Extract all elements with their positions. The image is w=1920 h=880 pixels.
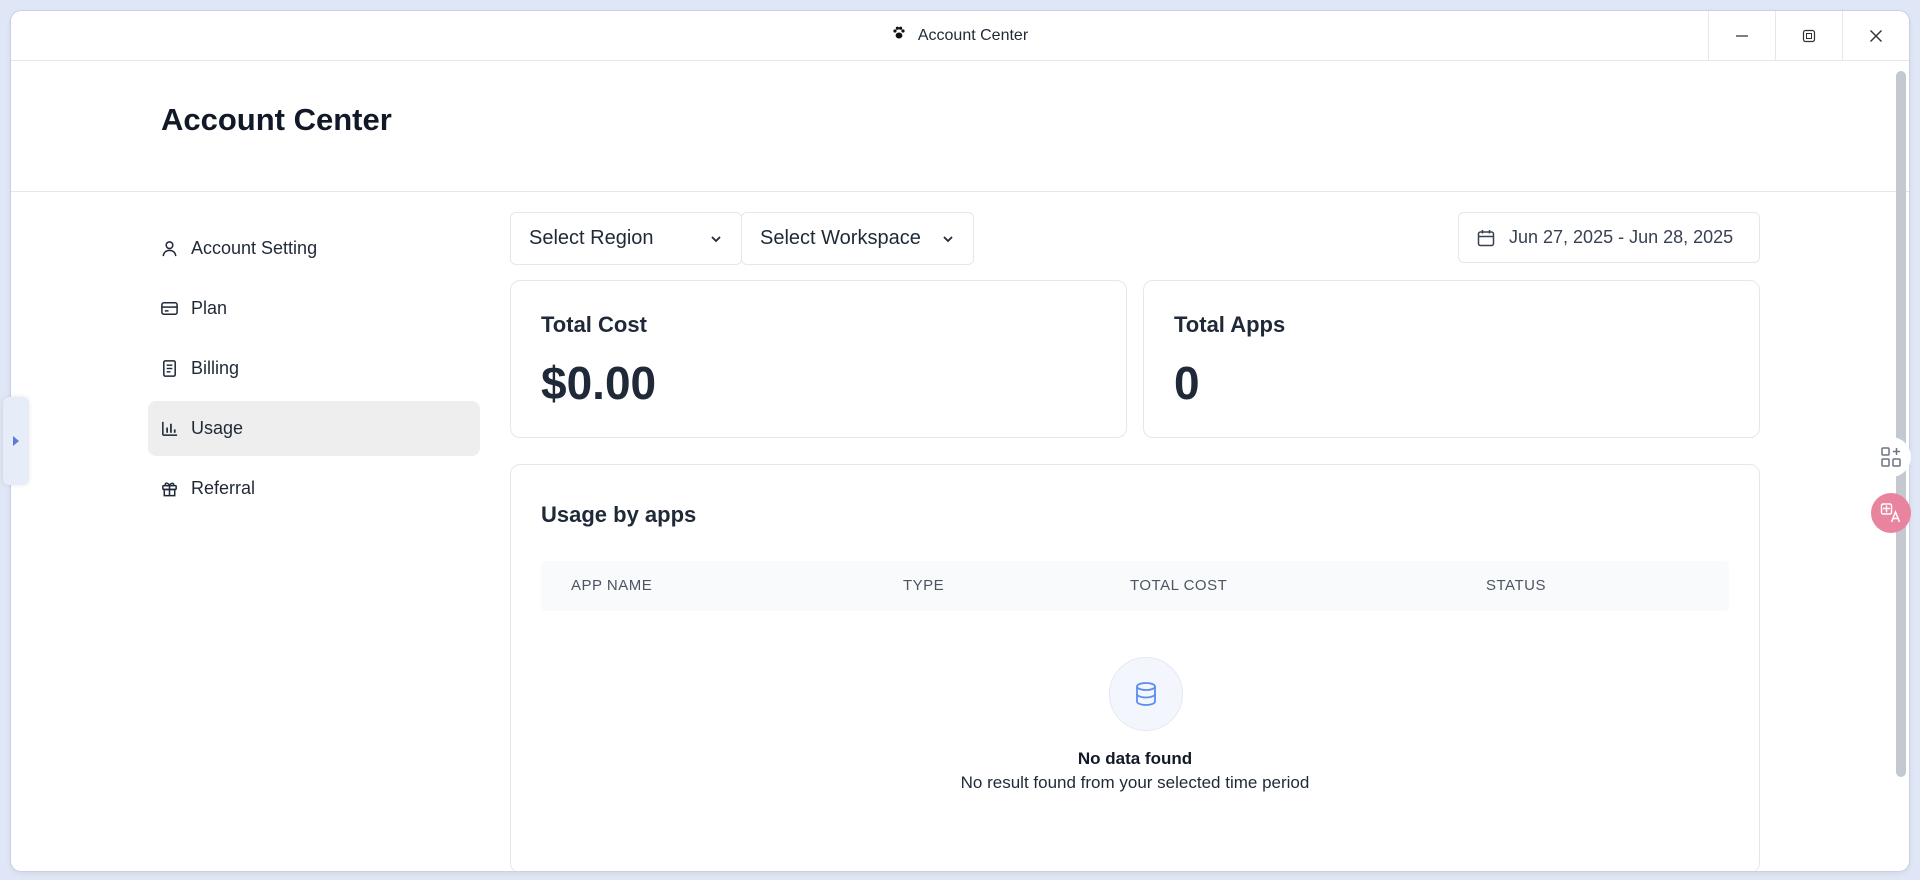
workspace-select[interactable]: Select Workspace bbox=[741, 212, 974, 265]
sidebar-item-usage[interactable]: Usage bbox=[148, 401, 480, 456]
column-type: TYPE bbox=[903, 577, 945, 594]
restore-icon bbox=[1802, 29, 1816, 43]
window-title: Account Center bbox=[917, 26, 1029, 44]
column-status: STATUS bbox=[1486, 577, 1546, 594]
sidebar-nav: Account Setting Plan Billing Usage Refer… bbox=[148, 221, 480, 521]
sidebar-item-label: Account Setting bbox=[191, 238, 318, 258]
sidebar-item-plan[interactable]: Plan bbox=[148, 281, 480, 336]
page-title: Account Center bbox=[161, 102, 392, 137]
translate-icon bbox=[1880, 503, 1901, 523]
empty-state-title: No data found bbox=[1077, 749, 1193, 768]
chevron-down-icon bbox=[711, 235, 721, 242]
total-apps-card: Total Apps 0 bbox=[1143, 280, 1760, 438]
user-icon bbox=[162, 241, 177, 257]
side-panel-toggle[interactable] bbox=[3, 397, 29, 485]
close-icon bbox=[1870, 30, 1882, 42]
empty-state-description: No result found from your selected time … bbox=[960, 773, 1310, 792]
date-range-picker[interactable]: Jun 27, 2025 - Jun 28, 2025 bbox=[1458, 212, 1760, 263]
sidebar-item-label: Usage bbox=[191, 418, 244, 438]
total-apps-label: Total Apps bbox=[1174, 312, 1286, 337]
bar-chart-icon bbox=[162, 421, 178, 436]
app-window: Account Center Account Center Account Se… bbox=[11, 11, 1909, 871]
region-select[interactable]: Select Region bbox=[510, 212, 742, 265]
column-app-name: APP NAME bbox=[571, 577, 653, 594]
usage-section-title: Usage by apps bbox=[541, 502, 697, 527]
filter-bar: Select Region Select Workspace Jun 27, 2… bbox=[510, 212, 1760, 265]
apps-float-button[interactable] bbox=[1871, 437, 1911, 477]
title-bar: Account Center bbox=[11, 11, 1909, 61]
date-range-label: Jun 27, 2025 - Jun 28, 2025 bbox=[1509, 227, 1734, 247]
sidebar-item-label: Billing bbox=[191, 358, 240, 378]
sidebar-item-label: Referral bbox=[191, 478, 256, 498]
close-button[interactable] bbox=[1842, 11, 1909, 61]
restore-button[interactable] bbox=[1775, 11, 1842, 61]
total-cost-label: Total Cost bbox=[541, 312, 647, 337]
sidebar-item-label: Plan bbox=[191, 298, 228, 318]
column-total-cost: TOTAL COST bbox=[1130, 577, 1228, 594]
table-header: APP NAME TYPE TOTAL COST STATUS bbox=[541, 561, 1729, 611]
vertical-scrollbar[interactable] bbox=[1896, 71, 1906, 777]
calendar-icon bbox=[1477, 229, 1495, 246]
sidebar-item-billing[interactable]: Billing bbox=[148, 341, 480, 396]
total-apps-value: 0 bbox=[1174, 357, 1200, 409]
caret-right-icon bbox=[13, 436, 19, 446]
chevron-down-icon bbox=[943, 235, 953, 242]
region-select-label: Select Region bbox=[529, 227, 654, 249]
minimize-icon bbox=[1736, 35, 1748, 37]
workspace-select-label: Select Workspace bbox=[760, 227, 921, 249]
credit-card-icon bbox=[161, 302, 178, 315]
paw-icon bbox=[892, 26, 906, 45]
total-cost-card: Total Cost $0.00 bbox=[510, 280, 1127, 438]
apps-grid-icon bbox=[1881, 447, 1901, 467]
page-header: Account Center bbox=[11, 62, 1909, 192]
summary-cards: Total Cost $0.00 Total Apps 0 bbox=[510, 280, 1760, 438]
minimize-button[interactable] bbox=[1708, 11, 1775, 61]
receipt-icon bbox=[163, 360, 176, 377]
usage-content: Select Region Select Workspace Jun 27, 2… bbox=[510, 212, 1760, 871]
database-icon bbox=[1109, 657, 1183, 731]
usage-by-apps-panel: Usage by apps APP NAME TYPE TOTAL COST S… bbox=[510, 464, 1760, 871]
gift-icon bbox=[162, 482, 177, 497]
total-cost-value: $0.00 bbox=[541, 357, 657, 409]
sidebar-item-referral[interactable]: Referral bbox=[148, 461, 480, 516]
translate-float-button[interactable] bbox=[1871, 493, 1911, 533]
sidebar-item-account-setting[interactable]: Account Setting bbox=[148, 221, 480, 276]
